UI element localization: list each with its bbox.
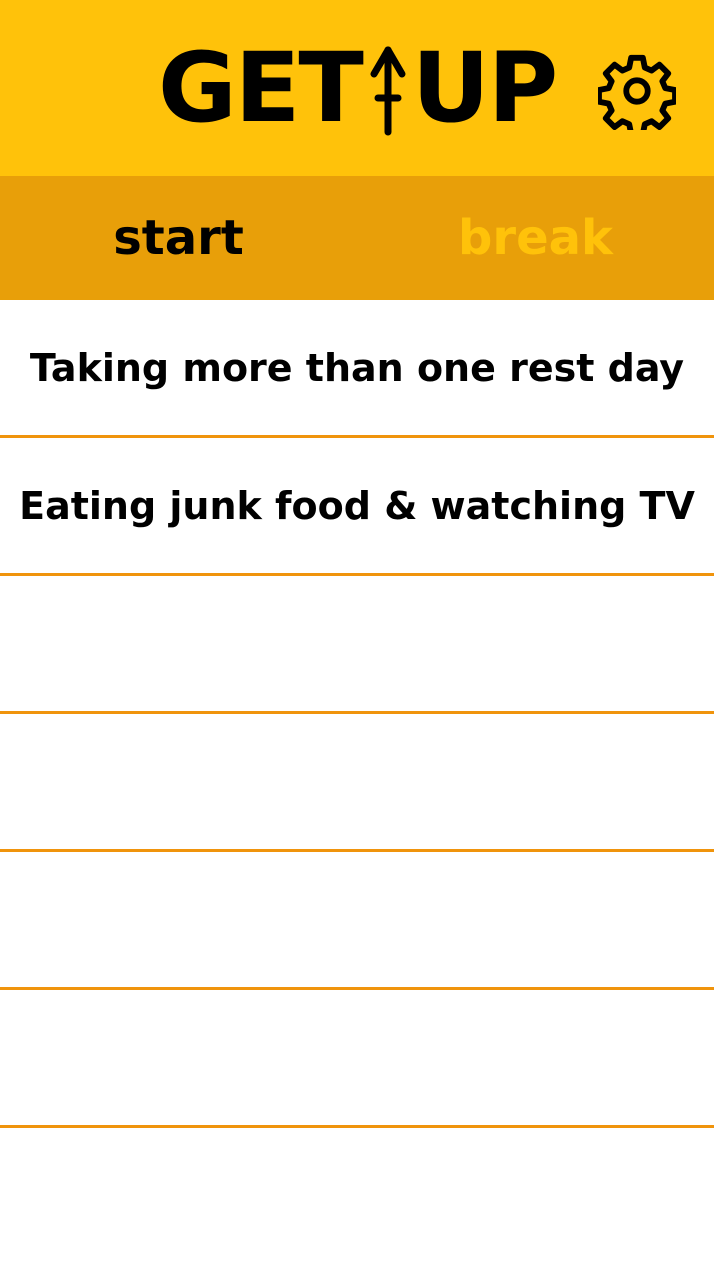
list-item[interactable]: Eating junk food & watching TV (0, 438, 714, 576)
list-item[interactable] (0, 576, 714, 714)
app-logo: GET UP (158, 32, 558, 144)
item-list: Taking more than one rest day Eating jun… (0, 300, 714, 1128)
arrow-up-icon (370, 46, 406, 136)
logo-text-up: UP (411, 32, 558, 144)
logo-text-get: GET (158, 32, 364, 144)
list-item[interactable] (0, 990, 714, 1128)
app-header: GET UP (0, 0, 714, 176)
gear-icon[interactable] (598, 52, 676, 130)
list-item[interactable] (0, 714, 714, 852)
tab-bar: start break (0, 176, 714, 300)
list-item[interactable] (0, 852, 714, 990)
list-item[interactable]: Taking more than one rest day (0, 300, 714, 438)
tab-start[interactable]: start (0, 176, 357, 300)
tab-break[interactable]: break (357, 176, 714, 300)
